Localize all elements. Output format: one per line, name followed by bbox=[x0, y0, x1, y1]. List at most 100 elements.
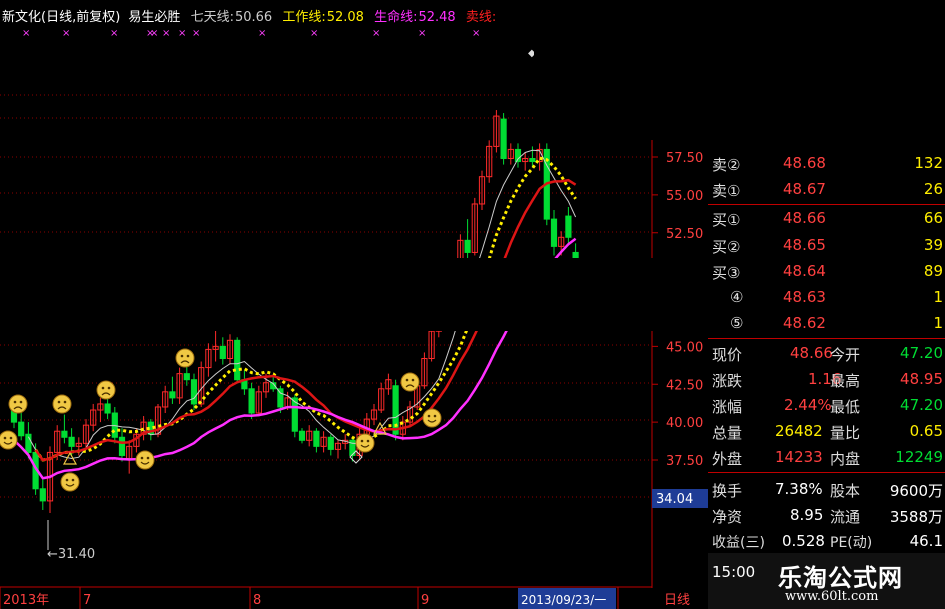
sad-face-icon bbox=[175, 348, 195, 368]
signal-marker: × bbox=[178, 28, 186, 39]
candle-down bbox=[68, 436, 75, 447]
candle-down bbox=[183, 373, 190, 381]
signal-marker: × bbox=[418, 28, 426, 39]
pct-value: 2.44% bbox=[784, 396, 832, 414]
sell1-price: 48.67 bbox=[783, 180, 826, 198]
stat-row-eps: 收益(三) 0.528 PE(动) 46.1 bbox=[708, 530, 945, 553]
ma7-value: 50.66 bbox=[234, 10, 273, 25]
price-tick-label: 52.50 bbox=[666, 227, 703, 242]
work-value: 52.08 bbox=[326, 10, 364, 25]
pct-label: 涨幅 bbox=[712, 398, 743, 416]
candle-down bbox=[550, 218, 558, 247]
period-label: 日线 bbox=[664, 593, 690, 608]
quote-row-sell1[interactable]: 卖① 48.67 26 bbox=[708, 178, 945, 201]
smile-face-icon bbox=[355, 433, 375, 453]
candle-down bbox=[464, 239, 471, 253]
work-label: 工作线: bbox=[282, 10, 326, 25]
inner-value: 12249 bbox=[895, 448, 943, 466]
buy3-volume: 89 bbox=[923, 262, 943, 280]
turnover-value: 7.38% bbox=[775, 480, 823, 498]
low-label: 最低 bbox=[830, 398, 861, 416]
buy5-price: 48.62 bbox=[783, 314, 826, 332]
stat-row-volume: 总量 26482 量比 0.65 bbox=[708, 420, 945, 443]
date-tick-label: 2013年 bbox=[3, 593, 49, 608]
quote-row-buy1[interactable]: 买① 48.66 66 bbox=[708, 207, 945, 230]
candle-down bbox=[248, 388, 255, 414]
stat-row-change: 涨跌 1.16 最高 48.95 bbox=[708, 368, 945, 391]
signal-marker: × bbox=[150, 28, 158, 39]
price-label: 现价 bbox=[712, 346, 743, 364]
smile-face-icon bbox=[60, 472, 80, 492]
candle-down bbox=[298, 430, 306, 441]
buy2-price: 48.65 bbox=[783, 236, 826, 254]
open-label: 今开 bbox=[830, 346, 861, 364]
stat-row-turnover: 换手 7.38% 股本 9600万 bbox=[708, 478, 945, 501]
buy4-label: ④ bbox=[730, 288, 744, 306]
smile-face-icon bbox=[0, 430, 18, 450]
nav-label: 净资 bbox=[712, 508, 743, 526]
buy1-label: 买① bbox=[712, 211, 741, 229]
low-value: 47.20 bbox=[900, 396, 943, 414]
quote-time: 15:00 bbox=[712, 563, 756, 581]
sad-face-icon bbox=[400, 372, 420, 392]
price-tick-label: 57.50 bbox=[666, 151, 703, 166]
candle-down bbox=[104, 403, 111, 414]
sad-face-icon bbox=[8, 394, 28, 414]
capital-value: 9600万 bbox=[889, 482, 943, 500]
outer-label: 外盘 bbox=[712, 450, 743, 468]
buy5-volume: 1 bbox=[933, 314, 943, 332]
inner-label: 内盘 bbox=[830, 450, 861, 468]
quote-row-buy3[interactable]: 买③ 48.64 89 bbox=[708, 260, 945, 283]
occluded-corner bbox=[534, 0, 708, 140]
signal-marker: × bbox=[310, 28, 318, 39]
candle-down bbox=[327, 436, 334, 450]
candle-down bbox=[118, 436, 126, 456]
signal-marker: × bbox=[258, 28, 266, 39]
buy4-volume: 1 bbox=[933, 288, 943, 306]
current-value-label: 34.04 bbox=[656, 492, 693, 507]
candle-down bbox=[39, 488, 46, 502]
price-tick-label: 40.00 bbox=[666, 416, 703, 431]
date-tick-label: 7 bbox=[83, 593, 91, 608]
pe-value: 46.1 bbox=[909, 532, 943, 550]
low-annotation: ←31.40 bbox=[47, 547, 95, 562]
quote-row-buy2[interactable]: 买② 48.65 39 bbox=[708, 234, 945, 257]
smile-face-icon bbox=[135, 450, 155, 470]
candle-down bbox=[18, 421, 25, 437]
stat-row-pct: 涨幅 2.44% 最低 47.20 bbox=[708, 394, 945, 417]
capital-label: 股本 bbox=[830, 482, 861, 500]
candle-down bbox=[565, 215, 572, 238]
buy3-price: 48.64 bbox=[783, 262, 826, 280]
float-label: 流通 bbox=[830, 508, 861, 526]
sad-face-icon bbox=[96, 380, 116, 400]
stock-title: 新文化(日线,前复权) bbox=[2, 10, 121, 25]
price-tick-label: 55.00 bbox=[666, 189, 703, 204]
fundamental-divider bbox=[708, 472, 945, 473]
sad-face-icon bbox=[52, 394, 72, 414]
buy3-label: 买③ bbox=[712, 264, 741, 282]
stat-row-outer: 外盘 14233 内盘 12249 bbox=[708, 446, 945, 469]
stat-row-price: 现价 48.66 今开 47.20 bbox=[708, 342, 945, 365]
buy4-price: 48.63 bbox=[783, 288, 826, 306]
date-tick-label: 8 bbox=[253, 593, 261, 608]
price-tick-label: 45.00 bbox=[666, 340, 703, 355]
nav-value: 8.95 bbox=[790, 506, 824, 524]
buy5-label: ⑤ bbox=[730, 314, 744, 332]
candle-down bbox=[234, 339, 241, 381]
watermark-site: 乐淘公式网 bbox=[778, 563, 903, 592]
sell-line-label: 卖线: bbox=[465, 10, 497, 25]
signal-marker: × bbox=[22, 28, 30, 39]
eps-label: 收益(三) bbox=[712, 535, 765, 551]
buy1-price: 48.66 bbox=[783, 209, 826, 227]
price-tick-label: 42.50 bbox=[666, 378, 703, 393]
book-divider bbox=[708, 204, 945, 205]
quote-row-buy4[interactable]: ④ 48.63 1 bbox=[708, 286, 945, 309]
quote-row-sell2[interactable]: 卖② 48.68 132 bbox=[708, 152, 945, 175]
outer-value: 14233 bbox=[775, 448, 823, 466]
signal-marker: × bbox=[192, 28, 200, 39]
float-value: 3588万 bbox=[889, 508, 943, 526]
quote-panel: 卖② 48.68 132 卖① 48.67 26 买① 48.66 66 买② … bbox=[708, 118, 945, 609]
turnover-label: 换手 bbox=[712, 482, 743, 500]
buy2-label: 买② bbox=[712, 238, 741, 256]
quote-row-buy5[interactable]: ⑤ 48.62 1 bbox=[708, 312, 945, 335]
